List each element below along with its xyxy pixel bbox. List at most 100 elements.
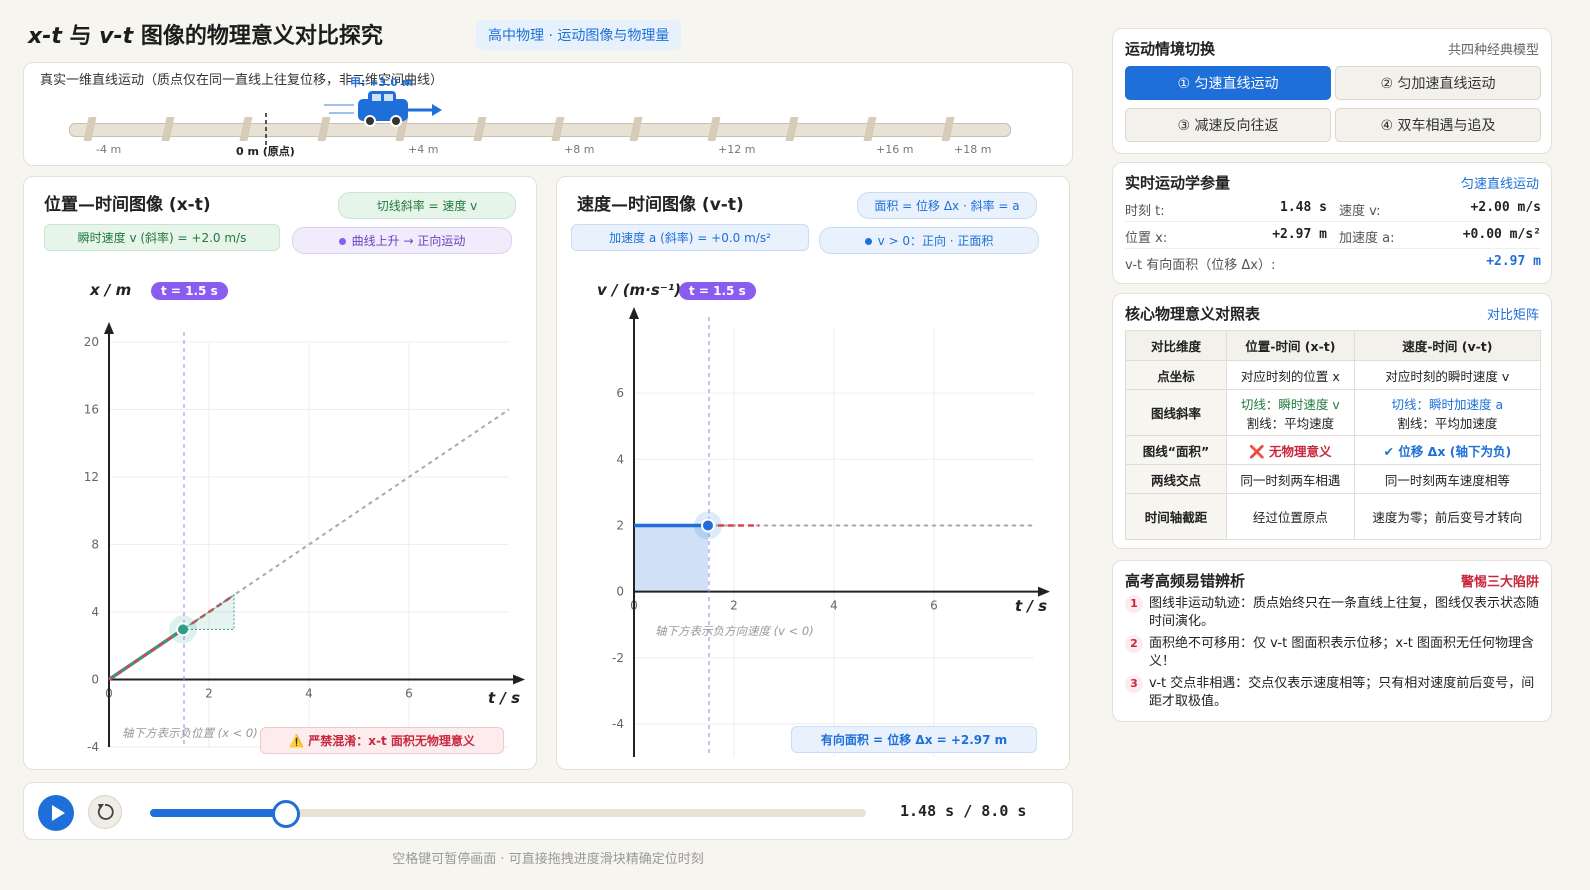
trap-number: 3 xyxy=(1125,675,1143,693)
progress-thumb[interactable] xyxy=(272,800,300,828)
vt-x-axis-label: t / s xyxy=(1015,597,1048,615)
table-cell: 对应时刻的瞬时速度 v xyxy=(1353,360,1542,390)
track-overlay xyxy=(265,91,442,149)
table-row: 两线交点 同一时刻两车相遇 同一时刻两车速度相等 xyxy=(1125,464,1542,494)
a-label: 加速度 a: xyxy=(1339,231,1395,246)
current-point-marker xyxy=(701,518,715,533)
kinematics-title: 实时运动学参量 xyxy=(1125,174,1231,192)
scenario-button-reverse[interactable]: ③ 减速反向往返 xyxy=(1125,108,1331,142)
xt-chart: -40481216200246 xyxy=(84,322,525,754)
table-row: 时间轴截距 经过位置原点 速度为零；前后变号才转向 xyxy=(1125,493,1542,540)
track-tick-origin: 0 m (原点) xyxy=(236,145,295,158)
x-tick-label: 2 xyxy=(205,687,213,701)
traps-title: 高考高频易错辨析 xyxy=(1125,572,1246,590)
y-tick-label: 0 xyxy=(616,585,624,599)
y-tick-label: -4 xyxy=(612,717,624,731)
trap-number: 1 xyxy=(1125,595,1143,613)
page-title: x-t 与 v-t 图像的物理意义对比探究 xyxy=(28,24,383,49)
v-value: +2.00 m/s xyxy=(1470,200,1541,215)
y-tick-label: 2 xyxy=(616,518,624,532)
trap-number: 2 xyxy=(1125,635,1143,653)
reset-button[interactable] xyxy=(88,795,122,829)
table-title: 核心物理意义对照表 xyxy=(1125,305,1261,323)
table-cell: 图线斜率 xyxy=(1125,389,1227,436)
table-cell: 图线“面积” xyxy=(1125,435,1227,465)
y-tick-label: 4 xyxy=(91,605,99,619)
x-axis-arrow-icon xyxy=(513,674,525,685)
y-tick-label: -2 xyxy=(612,651,624,665)
xt-y-axis-label: x / m xyxy=(90,281,132,299)
x-tick-label: 6 xyxy=(930,599,938,613)
displacement-area xyxy=(634,525,708,592)
table-header: 位置-时间 (x-t) xyxy=(1226,330,1355,361)
switch-subtitle: 共四种经典模型 xyxy=(1447,43,1539,58)
x-tick-label: 4 xyxy=(305,687,313,701)
play-button[interactable] xyxy=(38,795,74,831)
table-header: 对比维度 xyxy=(1125,330,1227,361)
common-mistakes-card: 高考高频易错辨析 警惕三大陷阱 1 图线非运动轨迹：质点始终只在一条直线上往复，… xyxy=(1112,560,1552,722)
table-cell: 切线：瞬时速度 v 割线：平均速度 xyxy=(1226,389,1355,436)
table-row: 点坐标 对应时刻的位置 x 对应时刻的瞬时速度 v xyxy=(1125,360,1542,390)
vt-graph-card: 速度—时间图像 (v-t) 面积 = 位移 Δx · 斜率 = a 加速度 a … xyxy=(556,176,1070,770)
trap-item: 2 面积绝不可移用：仅 v-t 图面积表示位移；x-t 图面积无任何物理含义！ xyxy=(1125,635,1541,671)
y-tick-label: 16 xyxy=(84,403,99,417)
y-tick-label: 20 xyxy=(84,335,99,349)
xt-negative-note: 轴下方表示负位置 (x < 0) xyxy=(122,726,258,740)
table-cell: 点坐标 xyxy=(1125,360,1227,390)
table-cell: 时间轴截距 xyxy=(1125,493,1227,540)
y-tick-label: 4 xyxy=(616,452,624,466)
y-tick-label: -4 xyxy=(87,740,99,754)
vt-y-axis-label: v / (m·s⁻¹) xyxy=(597,281,682,299)
track-tick: +12 m xyxy=(718,143,756,156)
x-tick-label: 2 xyxy=(730,599,738,613)
y-tick-label: 12 xyxy=(84,470,99,484)
xt-area-warning: ⚠️ 严禁混淆：x-t 面积无物理意义 xyxy=(260,727,504,754)
table-row: 图线斜率 切线：瞬时速度 v 割线：平均速度 切线：瞬时加速度 a 割线：平均加速度 xyxy=(1125,389,1542,436)
vt-negative-note: 轴下方表示负方向速度 (v < 0) xyxy=(655,624,814,638)
table-cell: 同一时刻两车速度相等 xyxy=(1353,464,1542,494)
time-readout: 1.48 s / 8.0 s xyxy=(900,802,1027,820)
y-tick-label: 0 xyxy=(91,673,99,687)
comparison-table: 对比维度 位置-时间 (x-t) 速度-时间 (v-t) 点坐标 对应时刻的位置… xyxy=(1125,330,1542,540)
table-cell: 两线交点 xyxy=(1125,464,1227,494)
keyboard-hint: 空格键可暂停画面 · 可直接拖拽进度滑块精确定位时刻 xyxy=(392,852,704,867)
track-tick: +16 m xyxy=(876,143,914,156)
y-axis-arrow-icon xyxy=(104,322,114,334)
kinematics-card: 实时运动学参量 匀速直线运动 时刻 t: 1.48 s 速度 v: +2.00 … xyxy=(1112,162,1552,284)
scenario-button-uniform[interactable]: ① 匀速直线运动 xyxy=(1125,66,1331,100)
y-tick-label: 6 xyxy=(616,386,624,400)
car-position-label: 甲: +3.0 m xyxy=(350,76,414,89)
x-tick-label: 4 xyxy=(830,599,838,613)
track-tick: -4 m xyxy=(96,143,122,156)
trap-item: 1 图线非运动轨迹：质点始终只在一条直线上往复，图线仅表示状态随时间演化。 xyxy=(1125,595,1541,631)
table-cell: 经过位置原点 xyxy=(1226,493,1355,540)
vt-area-result: 有向面积 = 位移 Δx = +2.97 m xyxy=(791,726,1037,753)
xt-graph-card: 位置—时间图像 (x-t) 切线斜率 = 速度 v 瞬时速度 v (斜率) = … xyxy=(23,176,537,770)
scenario-button-chase[interactable]: ④ 双车相遇与追及 xyxy=(1335,108,1541,142)
v-label: 速度 v: xyxy=(1339,204,1381,219)
table-cell: ❌ 无物理意义 xyxy=(1226,435,1355,465)
reset-icon xyxy=(97,804,114,820)
car-icon xyxy=(358,91,408,127)
table-cell: 速度为零；前后变号才转向 xyxy=(1353,493,1542,540)
comparison-table-card: 核心物理意义对照表 对比矩阵 对比维度 位置-时间 (x-t) 速度-时间 (v… xyxy=(1112,293,1552,549)
x-tick-label: 6 xyxy=(405,687,413,701)
track-tick: +4 m xyxy=(408,143,439,156)
x-axis-arrow-icon xyxy=(1038,586,1050,597)
xt-x-axis-label: t / s xyxy=(488,689,521,707)
a-value: +0.00 m/s² xyxy=(1462,227,1541,242)
x-value: +2.97 m xyxy=(1272,227,1327,242)
t-value: 1.48 s xyxy=(1280,200,1327,215)
table-row: 图线“面积” ❌ 无物理意义 ✔ 位移 Δx (轴下为负) xyxy=(1125,435,1542,465)
y-axis-arrow-icon xyxy=(629,307,639,319)
playback-bar: 1.48 s / 8.0 s xyxy=(23,782,1073,840)
divider xyxy=(1125,248,1541,249)
trap-item: 3 v-t 交点非相遇：交点仅表示速度相等；只有相对速度前后变号，间距才取极值。 xyxy=(1125,675,1541,711)
y-tick-label: 8 xyxy=(91,538,99,552)
vt-time-badge: t = 1.5 s xyxy=(679,282,756,300)
scenario-button-accelerated[interactable]: ② 匀加速直线运动 xyxy=(1335,66,1541,100)
table-link[interactable]: 对比矩阵 xyxy=(1487,304,1539,323)
table-cell: 同一时刻两车相遇 xyxy=(1226,464,1355,494)
scenario-switch-card: 运动情境切换 共四种经典模型 ① 匀速直线运动 ② 匀加速直线运动 ③ 减速反向… xyxy=(1112,28,1552,154)
area-value: +2.97 m xyxy=(1486,254,1541,269)
